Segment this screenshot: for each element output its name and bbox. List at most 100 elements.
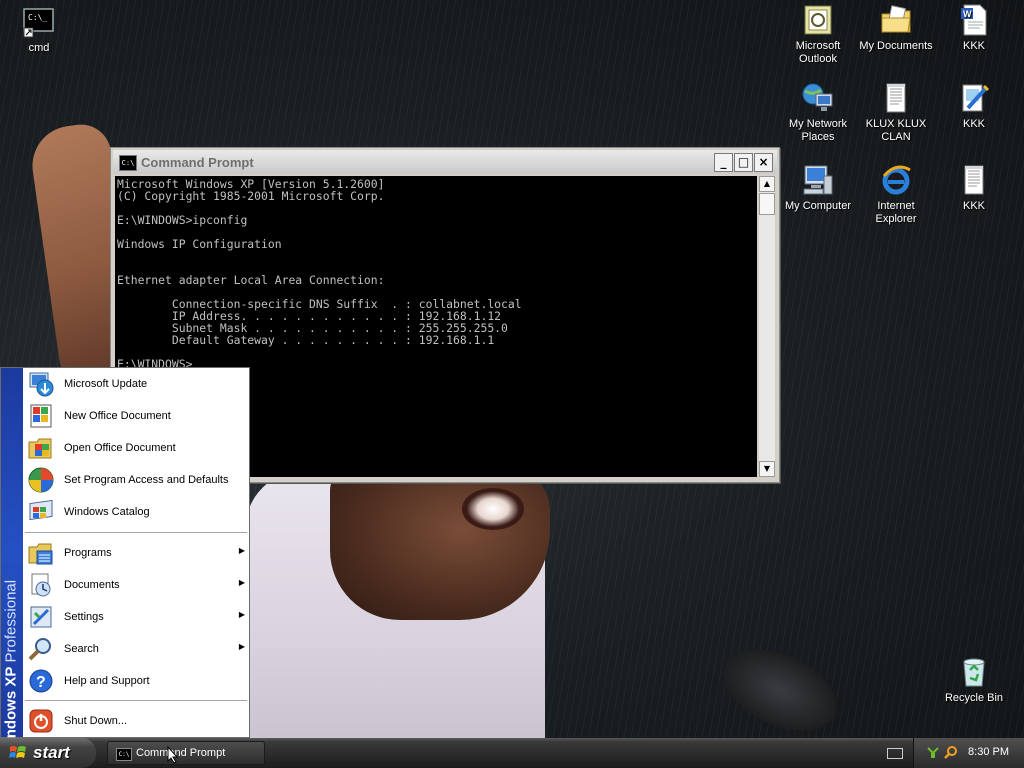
- maximize-button[interactable]: □: [734, 153, 753, 172]
- menu-item-label: Search: [64, 643, 99, 655]
- settings-control-panel-icon: [27, 603, 55, 631]
- text-document-icon: [880, 82, 912, 114]
- network-places-icon: [802, 82, 834, 114]
- window-title: Command Prompt: [141, 155, 254, 170]
- menu-item-open-office-document[interactable]: Open Office Document: [23, 432, 249, 464]
- paint-image-icon: [958, 82, 990, 114]
- scroll-down-arrow-icon[interactable]: ▼: [759, 461, 775, 477]
- menu-item-new-office-document[interactable]: New Office Document: [23, 400, 249, 432]
- desktop-icon-klux-klux-clan[interactable]: KLUX KLUX CLAN: [856, 82, 936, 144]
- start-label: start: [33, 743, 70, 762]
- menu-item-shut-down[interactable]: Shut Down...: [23, 705, 249, 737]
- computer-icon: [802, 164, 834, 196]
- desktop-icon-my-documents[interactable]: My Documents: [856, 4, 936, 53]
- menu-item-documents[interactable]: Documents ▶: [23, 569, 249, 601]
- mouse-cursor-icon: [167, 745, 179, 764]
- windows-update-icon: [27, 370, 55, 398]
- start-menu: Windows XP Professional Microsoft Update…: [0, 367, 250, 757]
- desktop-icon-kkk-paint[interactable]: KKK: [934, 82, 1014, 131]
- svg-text:C:\_: C:\_: [28, 13, 47, 22]
- window-title-bar[interactable]: C:\ Command Prompt _ □ ×: [113, 150, 777, 174]
- wallpaper-microphone: [710, 632, 850, 740]
- menu-item-label: Set Program Access and Defaults: [64, 474, 229, 486]
- windows-flag-icon: [9, 745, 27, 761]
- programs-folder-icon: [27, 539, 55, 567]
- keyboard-icon[interactable]: [887, 748, 903, 759]
- recycle-bin-icon: [958, 656, 990, 688]
- office-new-document-icon: [27, 402, 55, 430]
- desktop-icon-label: My Documents: [859, 40, 933, 52]
- menu-item-label: Windows Catalog: [64, 506, 150, 518]
- cmd-icon: C:\_: [23, 6, 55, 38]
- desktop-icon-my-network-places[interactable]: My Network Places: [778, 82, 858, 144]
- power-icon: [27, 707, 55, 735]
- desktop-icon-internet-explorer[interactable]: Internet Explorer: [856, 164, 936, 226]
- desktop-icon-outlook[interactable]: Microsoft Outlook: [778, 4, 858, 66]
- menu-separator: [25, 700, 247, 701]
- wallpaper-mouth: [462, 488, 524, 530]
- desktop-icon-label: My Network Places: [788, 118, 848, 143]
- console-output: Microsoft Windows XP [Version 5.1.2600] …: [117, 177, 522, 371]
- cmd-window-icon: C:\: [119, 155, 137, 171]
- scroll-up-arrow-icon[interactable]: ▲: [759, 176, 775, 192]
- taskbar-button-label: Command Prompt: [136, 747, 226, 759]
- desktop-icon-label: My Computer: [784, 200, 852, 212]
- wallpaper-face: [330, 470, 550, 620]
- svg-text:?: ?: [36, 674, 46, 691]
- desktop-icon-label: KKK: [962, 118, 985, 130]
- svg-text:W: W: [963, 9, 972, 19]
- network-tray-icon[interactable]: [927, 746, 939, 758]
- menu-item-label: Shut Down...: [64, 715, 127, 727]
- taskbar-button-command-prompt[interactable]: C:\ Command Prompt: [107, 741, 265, 765]
- text-document-icon: [958, 164, 990, 196]
- scroll-thumb[interactable]: [759, 193, 775, 215]
- menu-item-programs[interactable]: Programs ▶: [23, 537, 249, 569]
- menu-item-label: Help and Support: [64, 675, 150, 687]
- menu-item-label: Programs: [64, 547, 112, 559]
- menu-item-label: Microsoft Update: [64, 378, 148, 390]
- desktop-icon-label: Recycle Bin: [944, 692, 1004, 704]
- desktop-icon-my-computer[interactable]: My Computer: [778, 164, 858, 213]
- menu-item-label: New Office Document: [64, 410, 171, 422]
- cmd-icon: C:\: [116, 748, 132, 761]
- menu-item-settings[interactable]: Settings ▶: [23, 601, 249, 633]
- menu-item-label: Open Office Document: [64, 442, 176, 454]
- system-tray: 8:30 PM: [913, 738, 1024, 768]
- start-button[interactable]: start: [0, 738, 96, 768]
- menu-item-set-program-access[interactable]: Set Program Access and Defaults: [23, 464, 249, 496]
- internet-explorer-icon: [880, 164, 912, 196]
- menu-item-label: Documents: [64, 579, 120, 591]
- outlook-icon: [802, 4, 834, 36]
- word-document-icon: W: [958, 4, 990, 36]
- vertical-scrollbar[interactable]: ▲ ▼: [759, 176, 775, 477]
- submenu-arrow-icon: ▶: [238, 610, 245, 619]
- desktop-icon-label: KKK: [962, 200, 985, 212]
- desktop-icon-label: KKK: [962, 40, 985, 52]
- menu-item-windows-catalog[interactable]: Windows Catalog: [23, 496, 249, 528]
- menu-item-label: Settings: [64, 611, 104, 623]
- office-open-folder-icon: [27, 434, 55, 462]
- start-menu-banner: Windows XP Professional: [1, 368, 23, 757]
- desktop-icon-label: Internet Explorer: [875, 200, 917, 225]
- search-icon: [27, 635, 55, 663]
- submenu-arrow-icon: ▶: [238, 546, 245, 555]
- desktop-icon-cmd[interactable]: C:\_ cmd: [0, 6, 79, 55]
- menu-item-help-and-support[interactable]: ? Help and Support: [23, 665, 249, 697]
- banner-edition: Professional: [2, 579, 20, 663]
- clock[interactable]: 8:30 PM: [968, 746, 1009, 758]
- close-button[interactable]: ×: [754, 153, 773, 172]
- documents-icon: [27, 571, 55, 599]
- desktop-icon-kkk-text[interactable]: KKK: [934, 164, 1014, 213]
- desktop-icon-label: KLUX KLUX CLAN: [865, 118, 927, 143]
- desktop-icon-kkk-word[interactable]: W KKK: [934, 4, 1014, 53]
- minimize-button[interactable]: _: [714, 153, 733, 172]
- search-tray-icon[interactable]: [944, 745, 958, 759]
- windows-catalog-icon: [27, 498, 55, 526]
- menu-item-microsoft-update[interactable]: Microsoft Update: [23, 368, 249, 400]
- desktop-icon-label: Microsoft Outlook: [795, 40, 841, 65]
- taskbar: start C:\ Command Prompt 8:30 PM: [0, 738, 1024, 768]
- menu-item-search[interactable]: Search ▶: [23, 633, 249, 665]
- submenu-arrow-icon: ▶: [238, 578, 245, 587]
- desktop-icon-label: cmd: [28, 42, 50, 54]
- desktop-icon-recycle-bin[interactable]: Recycle Bin: [934, 656, 1014, 705]
